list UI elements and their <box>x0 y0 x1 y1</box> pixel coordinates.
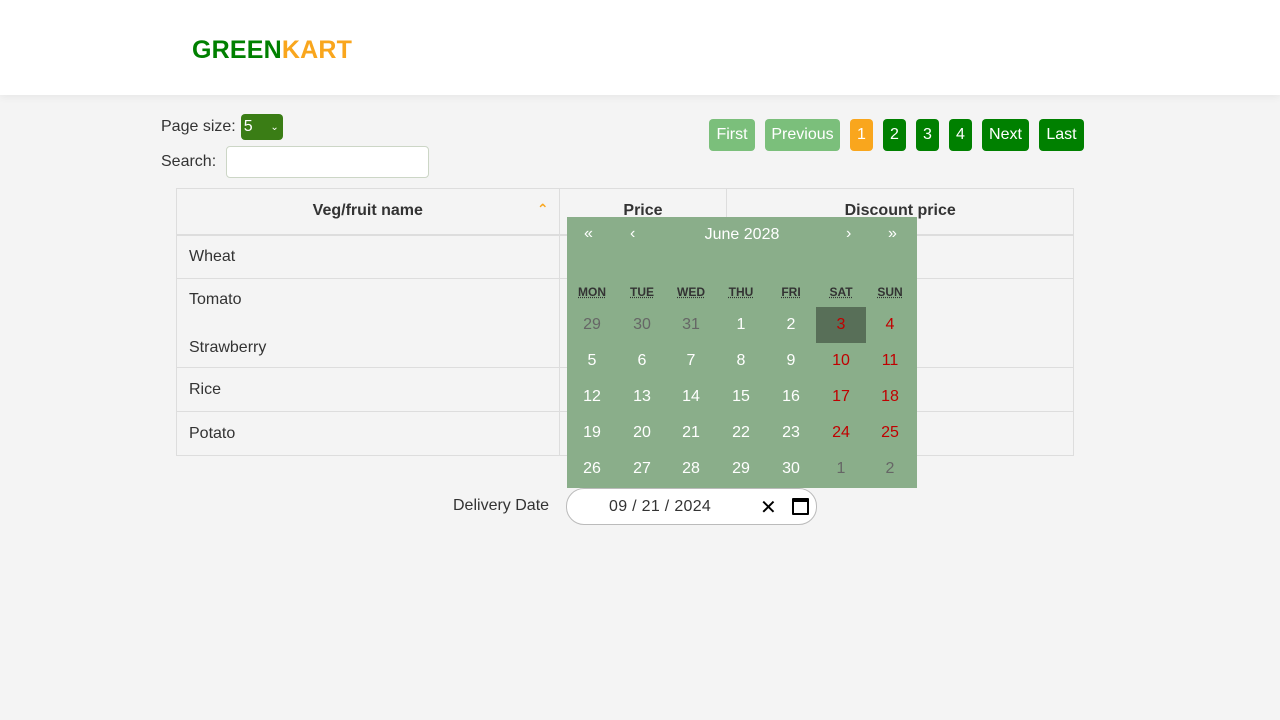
pagination-previous-button[interactable]: Previous <box>765 119 840 151</box>
date-day-segment[interactable]: 21 <box>642 498 660 515</box>
calendar-day[interactable]: 29 <box>567 307 617 343</box>
brand-logo[interactable]: GREENKART <box>192 36 352 65</box>
weekday-header-sun: SUN <box>877 285 903 299</box>
search-input[interactable] <box>226 146 430 178</box>
calendar-day[interactable]: 15 <box>716 379 766 415</box>
calendar-popup: « ‹ June 2028 › » MON TUE WED THU FRI SAT SUN … <box>567 217 917 488</box>
calendar-day[interactable]: 11 <box>865 343 915 379</box>
chevron-down-icon: ⌄ <box>270 121 279 133</box>
calendar-day[interactable]: 17 <box>816 379 866 415</box>
pagination-page-3[interactable]: 3 <box>916 119 939 151</box>
calendar-day[interactable]: 3 <box>816 307 866 343</box>
cell-name: Potato <box>176 411 560 456</box>
calendar-day[interactable]: 1 <box>816 451 866 487</box>
weekday-header-mon: MON <box>578 285 606 299</box>
weekday-header-fri: FRI <box>781 285 801 299</box>
column-header-name[interactable]: Veg/fruit name ⌃ <box>176 188 560 236</box>
date-year-segment[interactable]: 2024 <box>674 498 711 515</box>
page-size-control: Page size: 5 ⌄ <box>161 114 283 140</box>
calendar-day[interactable]: 2 <box>766 307 816 343</box>
delivery-date-value[interactable]: 09 / 21 / 2024 <box>609 498 711 516</box>
weekday-header-tue: TUE <box>630 285 654 299</box>
calendar-day[interactable]: 24 <box>816 415 866 451</box>
calendar-day[interactable]: 23 <box>766 415 816 451</box>
calendar-day[interactable]: 16 <box>766 379 816 415</box>
page-size-select[interactable]: 5 ⌄ <box>240 114 283 140</box>
site-header: GREENKART <box>0 0 1280 95</box>
weekday-header-thu: THU <box>728 285 754 299</box>
cell-name: Tomato Strawberry <box>176 278 560 368</box>
pagination-next-button[interactable]: Next <box>982 119 1029 151</box>
calendar-day[interactable]: 26 <box>567 451 617 487</box>
page-size-value: 5 <box>243 118 253 135</box>
calendar-day[interactable]: 13 <box>617 379 667 415</box>
calendar-day[interactable]: 20 <box>617 415 667 451</box>
cell-name: Rice <box>176 367 560 412</box>
delivery-date-label: Delivery Date <box>453 497 550 514</box>
calendar-day[interactable]: 18 <box>865 379 915 415</box>
calendar-day[interactable]: 21 <box>666 415 716 451</box>
date-month-segment[interactable]: 09 <box>609 498 627 515</box>
next-year-button[interactable]: » <box>888 225 897 243</box>
calendar-day[interactable]: 14 <box>666 379 716 415</box>
calendar-day[interactable]: 29 <box>716 451 766 487</box>
pagination-page-4[interactable]: 4 <box>949 119 972 151</box>
pagination-page-1[interactable]: 1 <box>850 119 873 151</box>
pagination-last-button[interactable]: Last <box>1039 119 1084 151</box>
column-header-name-label: Veg/fruit name <box>312 202 423 220</box>
delivery-date-input[interactable]: 09 / 21 / 2024 ✕ <box>566 488 817 525</box>
search-control: Search: <box>161 146 430 178</box>
cell-name: Wheat <box>176 234 560 279</box>
pagination-page-2[interactable]: 2 <box>883 119 906 151</box>
weekday-header-wed: WED <box>677 285 705 299</box>
calendar-day[interactable]: 31 <box>666 307 716 343</box>
calendar-icon[interactable] <box>792 498 809 515</box>
next-month-button[interactable]: › <box>846 225 851 243</box>
calendar-day[interactable]: 2 <box>865 451 915 487</box>
cell-name-line2: Strawberry <box>189 339 267 356</box>
page-size-label: Page size: <box>161 118 236 135</box>
calendar-day[interactable]: 9 <box>766 343 816 379</box>
brand-green: GREEN <box>192 36 282 64</box>
pagination-first-button[interactable]: First <box>709 119 755 151</box>
sort-ascending-icon[interactable]: ⌃ <box>537 201 549 218</box>
calendar-month-title[interactable]: June 2028 <box>567 226 917 244</box>
weekday-header-sat: SAT <box>829 285 853 299</box>
clear-icon[interactable]: ✕ <box>760 495 777 520</box>
calendar-day[interactable]: 12 <box>567 379 617 415</box>
brand-kart: KART <box>281 36 353 64</box>
calendar-day[interactable]: 5 <box>567 343 617 379</box>
calendar-day[interactable]: 28 <box>666 451 716 487</box>
cell-name-line1: Tomato <box>189 291 242 308</box>
calendar-day[interactable]: 19 <box>567 415 617 451</box>
calendar-day[interactable]: 7 <box>666 343 716 379</box>
calendar-day[interactable]: 4 <box>865 307 915 343</box>
calendar-day[interactable]: 25 <box>865 415 915 451</box>
calendar-day[interactable]: 6 <box>617 343 667 379</box>
calendar-day[interactable]: 30 <box>617 307 667 343</box>
calendar-day[interactable]: 22 <box>716 415 766 451</box>
search-label: Search: <box>161 153 217 170</box>
calendar-day[interactable]: 27 <box>617 451 667 487</box>
calendar-day[interactable]: 30 <box>766 451 816 487</box>
calendar-day[interactable]: 1 <box>716 307 766 343</box>
calendar-day[interactable]: 10 <box>816 343 866 379</box>
calendar-day[interactable]: 8 <box>716 343 766 379</box>
